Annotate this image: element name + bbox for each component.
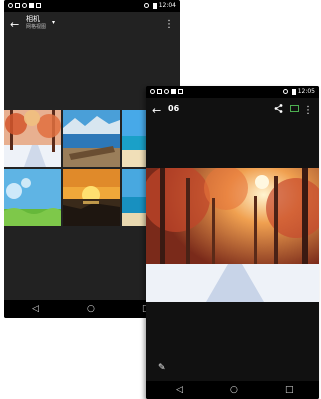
photo-viewer-screen: 12:05 ← 06 ⋮ ✎ ◁ ○ □ bbox=[146, 86, 319, 399]
status-bar: 12:04 bbox=[4, 0, 180, 12]
status-right: 12:05 bbox=[282, 86, 315, 98]
status-time: 12:05 bbox=[297, 88, 315, 95]
lock-icon bbox=[178, 89, 183, 94]
share-icon[interactable] bbox=[274, 104, 283, 116]
overflow-menu-icon[interactable]: ⋮ bbox=[303, 104, 313, 118]
status-notification-icons bbox=[150, 86, 185, 98]
photo-title: 06 bbox=[168, 104, 180, 113]
nav-back-icon[interactable]: ◁ bbox=[176, 384, 183, 396]
photo-thumbnail[interactable] bbox=[63, 110, 120, 167]
back-arrow-icon[interactable]: ← bbox=[152, 104, 161, 118]
nav-bar: ◁ ○ □ bbox=[146, 381, 319, 399]
overflow-menu-icon[interactable]: ⋮ bbox=[164, 18, 174, 32]
album-subtitle: 网格视图 bbox=[26, 24, 47, 30]
battery-icon bbox=[291, 88, 296, 95]
photo-view[interactable] bbox=[146, 168, 319, 302]
notification-icon bbox=[150, 89, 155, 94]
status-time: 12:04 bbox=[158, 2, 176, 9]
album-title[interactable]: 相机 bbox=[26, 15, 40, 24]
cast-icon[interactable] bbox=[290, 105, 299, 112]
photo-thumbnail[interactable] bbox=[4, 110, 61, 167]
status-bar: 12:05 bbox=[146, 86, 319, 98]
image-icon bbox=[157, 89, 162, 94]
notification-icon bbox=[8, 3, 13, 8]
status-right: 12:04 bbox=[143, 0, 176, 12]
nav-recents-icon[interactable]: □ bbox=[285, 384, 294, 396]
signal-icon bbox=[143, 3, 149, 8]
download-icon bbox=[29, 3, 34, 8]
signal-icon bbox=[282, 89, 288, 94]
nav-back-icon[interactable]: ◁ bbox=[32, 303, 39, 315]
photo-thumbnail[interactable] bbox=[63, 169, 120, 226]
app-bar: ← 相机 ▾ 网格视图 ⋮ bbox=[4, 12, 180, 40]
sync-icon bbox=[22, 3, 27, 8]
photo-thumbnail[interactable] bbox=[4, 169, 61, 226]
battery-icon bbox=[152, 2, 157, 9]
image-icon bbox=[15, 3, 20, 8]
nav-home-icon[interactable]: ○ bbox=[87, 303, 95, 315]
app-bar: ← 06 ⋮ bbox=[146, 98, 319, 126]
sync-icon bbox=[164, 89, 169, 94]
status-notification-icons bbox=[8, 0, 43, 12]
lock-icon bbox=[36, 3, 41, 8]
download-icon bbox=[171, 89, 176, 94]
back-arrow-icon[interactable]: ← bbox=[10, 18, 19, 32]
nav-home-icon[interactable]: ○ bbox=[230, 384, 238, 396]
dropdown-caret-icon[interactable]: ▾ bbox=[52, 19, 55, 27]
edit-icon[interactable]: ✎ bbox=[158, 363, 166, 373]
